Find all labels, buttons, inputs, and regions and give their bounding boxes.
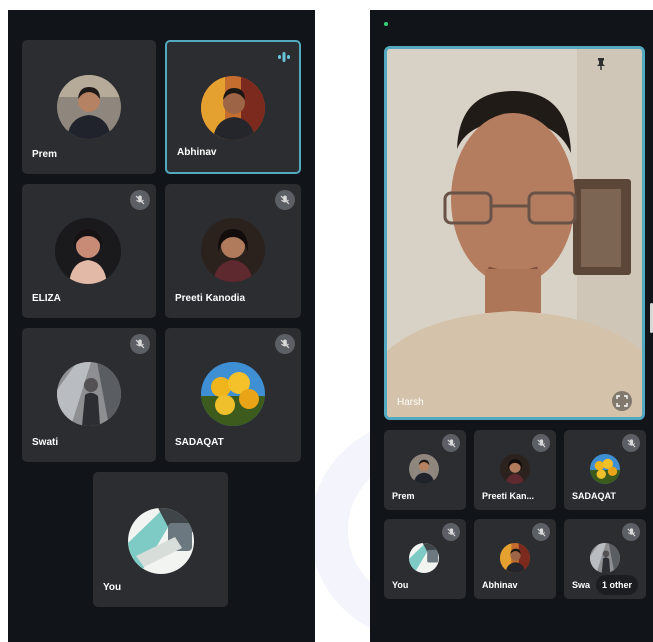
avatar-swati [57, 362, 121, 426]
participant-tile-sadaqat[interactable]: SADAQAT [165, 328, 301, 462]
participant-tile-abhinav[interactable]: Abhinav [165, 40, 301, 174]
pin-icon[interactable] [594, 57, 608, 71]
tile-name: Abhinav [177, 147, 217, 158]
mic-off-icon [442, 523, 460, 541]
tile-name: Preeti Kan... [482, 491, 535, 501]
participant-tile-prem[interactable]: Prem [22, 40, 156, 174]
main-video-harsh[interactable]: Harsh [384, 46, 645, 420]
mic-off-icon [622, 523, 640, 541]
grid-tile-you[interactable]: You [384, 519, 466, 599]
avatar-prem [409, 454, 439, 484]
right-phone-screen: Harsh Prem Preeti Kan... SADAQAT You Abh… [370, 10, 653, 642]
tile-name: Prem [32, 149, 58, 160]
tile-name: Preeti Kanodia [175, 293, 246, 304]
mic-off-icon [275, 334, 295, 354]
left-phone-screen: Prem Abhinav ELIZA Preeti Kanodia Swati … [8, 10, 315, 642]
avatar-abhinav [500, 543, 530, 573]
screenshot-root: Prem Abhinav ELIZA Preeti Kanodia Swati … [0, 0, 653, 642]
avatar-eliza [55, 218, 121, 284]
speaker-video-frame [387, 49, 642, 417]
participant-tile-eliza[interactable]: ELIZA [22, 184, 156, 318]
participant-tile-swati[interactable]: Swati [22, 328, 156, 462]
grid-tile-preeti-kanodia[interactable]: Preeti Kan... [474, 430, 556, 510]
others-count-badge[interactable]: 1 other [595, 575, 638, 595]
avatar-prem [57, 75, 121, 139]
tile-name: Swati [32, 437, 59, 448]
mic-off-icon [532, 434, 550, 452]
avatar-you [409, 543, 439, 573]
avatar-sadaqat [590, 454, 620, 484]
tile-name: You [103, 582, 122, 593]
grid-tile-sadaqat[interactable]: SADAQAT [564, 430, 646, 510]
avatar-swati [590, 543, 620, 573]
tile-name: SADAQAT [175, 437, 224, 448]
main-video-name: Harsh [397, 397, 424, 408]
speaking-indicator-icon [277, 50, 291, 62]
avatar-preeti-kanodia [201, 218, 265, 282]
avatar-sadaqat [201, 362, 265, 426]
mic-off-icon [130, 190, 150, 210]
avatar-abhinav [201, 76, 265, 140]
participant-tile-preeti-kanodia[interactable]: Preeti Kanodia [165, 184, 301, 318]
mic-off-icon [622, 434, 640, 452]
mic-off-icon [532, 523, 550, 541]
tile-name: SADAQAT [572, 491, 616, 501]
recording-status-dot [384, 22, 388, 26]
avatar-you [128, 508, 194, 574]
grid-tile-prem[interactable]: Prem [384, 430, 466, 510]
tile-name: Abhinav [482, 580, 518, 590]
tile-name: Prem [392, 491, 415, 501]
tile-name: You [392, 580, 409, 590]
grid-tile-abhinav[interactable]: Abhinav [474, 519, 556, 599]
grid-tile-swati-others[interactable]: Swa 1 other [564, 519, 646, 599]
mic-off-icon [275, 190, 295, 210]
avatar-preeti-kanodia [500, 454, 530, 484]
mic-off-icon [442, 434, 460, 452]
fullscreen-icon[interactable] [612, 391, 632, 411]
mic-off-icon [130, 334, 150, 354]
tile-name: ELIZA [32, 293, 61, 304]
tile-name: Swa [572, 580, 591, 590]
participant-tile-you[interactable]: You [93, 472, 228, 607]
